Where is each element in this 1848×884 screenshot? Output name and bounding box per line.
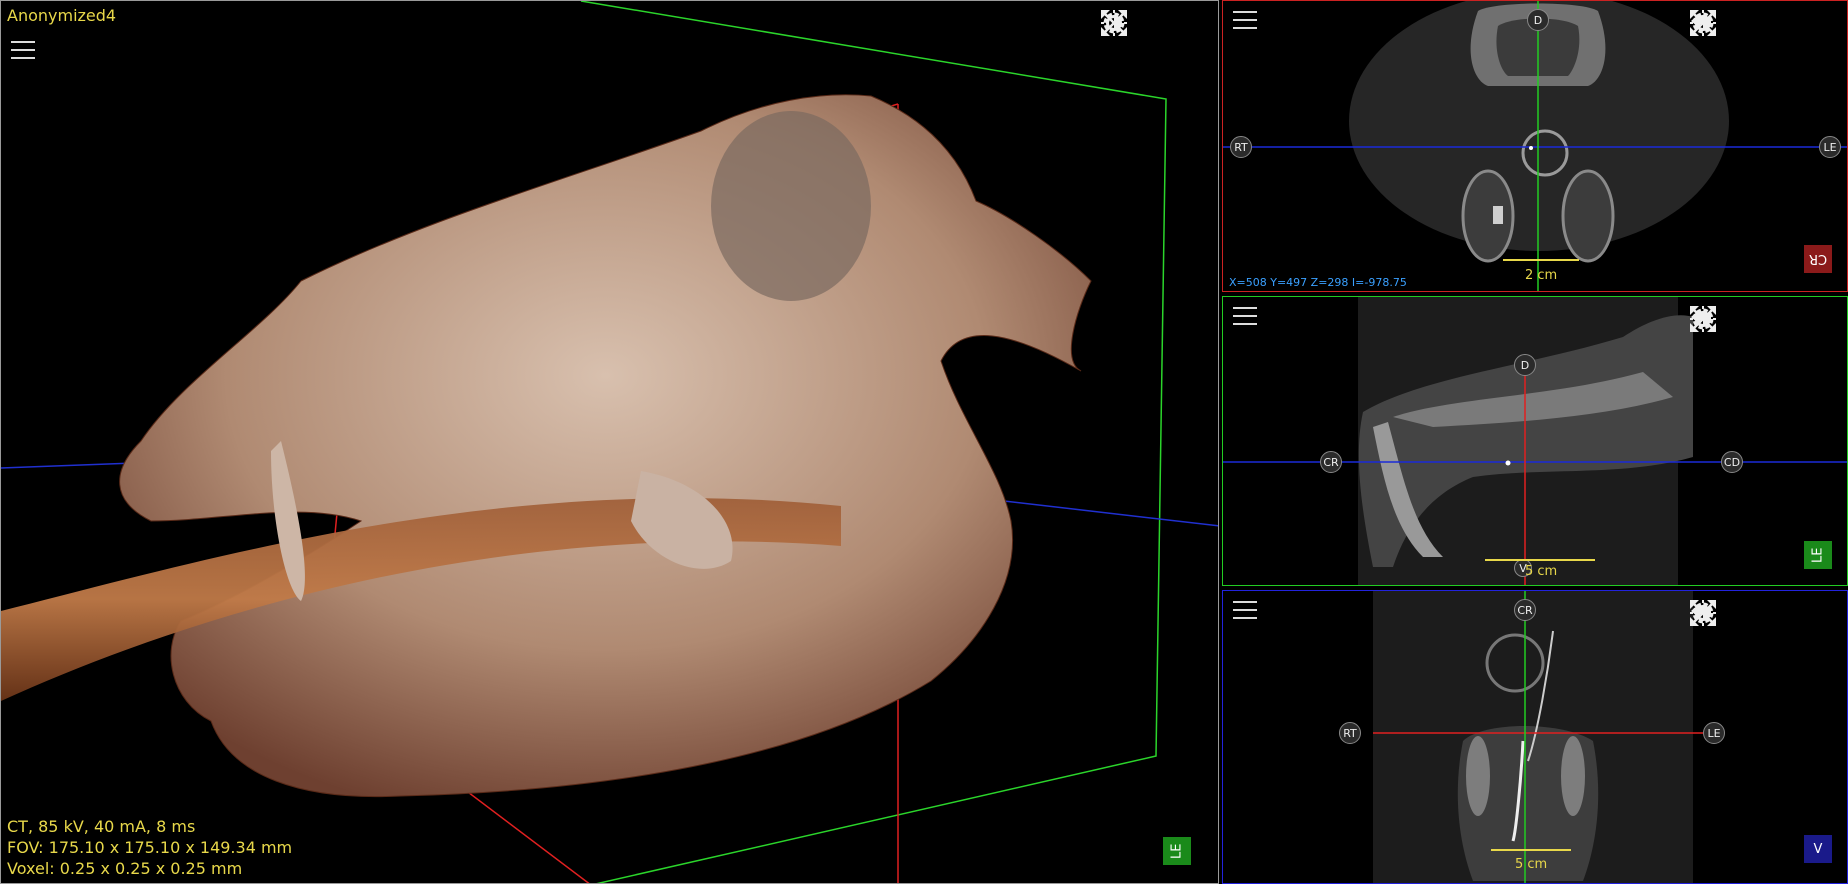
- orientation-cube[interactable]: LE: [1804, 541, 1832, 569]
- sagittal-menu-icon[interactable]: [1233, 307, 1257, 327]
- maximize-icon[interactable]: [1690, 305, 1839, 335]
- volume-render-view[interactable]: Anonymized4 CT, 85 kV, 40 mA, 8 ms FOV: …: [0, 0, 1219, 884]
- orientation-top-label: D: [1527, 9, 1549, 31]
- gear-icon[interactable]: [1692, 9, 1759, 39]
- orientation-left-label: CR: [1320, 451, 1342, 473]
- orientation-top-label: CR: [1514, 599, 1536, 621]
- maximize-icon[interactable]: [1690, 9, 1839, 39]
- back-arrow-icon[interactable]: [1691, 305, 1799, 335]
- scale-bar-label: 5 cm: [1515, 857, 1548, 872]
- coronal-slice-view[interactable]: CR RT LE 5 cm V: [1222, 590, 1848, 884]
- orientation-right-label: LE: [1819, 136, 1841, 158]
- view3d-menu-icon[interactable]: [11, 41, 35, 61]
- axial-toolbar: [1689, 9, 1839, 39]
- maximize-icon[interactable]: [1690, 599, 1839, 629]
- back-arrow-icon[interactable]: [1691, 599, 1799, 629]
- sagittal-slice-view[interactable]: D CR CD V 5 cm LE: [1222, 296, 1848, 586]
- orientation-right-label: LE: [1703, 722, 1725, 744]
- orientation-cube[interactable]: V: [1804, 835, 1832, 863]
- orientation-left-label: RT: [1230, 136, 1252, 158]
- scale-bar-label: 5 cm: [1525, 564, 1558, 579]
- gear-icon[interactable]: [1692, 305, 1759, 335]
- volume-render-canvas[interactable]: [1, 1, 1219, 884]
- orientation-left-label: RT: [1339, 722, 1361, 744]
- coronal-toolbar: [1689, 599, 1839, 629]
- scale-bar: [1503, 249, 1579, 261]
- gear-icon[interactable]: [1692, 599, 1759, 629]
- orientation-cube[interactable]: CR: [1804, 245, 1832, 273]
- sagittal-toolbar: [1689, 305, 1839, 335]
- scale-bar-label: 2 cm: [1525, 268, 1558, 283]
- orientation-cube-face-le: LE: [1163, 837, 1191, 865]
- view3d-toolbar: [1100, 9, 1210, 39]
- voxel-info: Voxel: 0.25 x 0.25 x 0.25 mm: [7, 859, 243, 878]
- orientation-right-label: CD: [1721, 451, 1743, 473]
- cursor-coordinates: X=508 Y=497 Z=298 I=-978.75: [1229, 276, 1407, 289]
- modality-info: CT, 85 kV, 40 mA, 8 ms: [7, 817, 196, 836]
- coronal-menu-icon[interactable]: [1233, 601, 1257, 621]
- scale-bar: [1485, 549, 1595, 561]
- maximize-icon[interactable]: [1101, 9, 1210, 39]
- fov-info: FOV: 175.10 x 175.10 x 149.34 mm: [7, 838, 293, 857]
- orientation-top-label: D: [1514, 354, 1536, 376]
- patient-name-label: Anonymized4: [7, 6, 117, 25]
- sagittal-slice-canvas[interactable]: [1223, 297, 1848, 586]
- axial-menu-icon[interactable]: [1233, 11, 1257, 31]
- gear-icon[interactable]: [1103, 9, 1170, 39]
- axial-slice-view[interactable]: D RT LE 2 cm X=508 Y=497 Z=298 I=-978.75…: [1222, 0, 1848, 292]
- scale-bar: [1491, 839, 1571, 851]
- back-arrow-icon[interactable]: [1691, 9, 1799, 39]
